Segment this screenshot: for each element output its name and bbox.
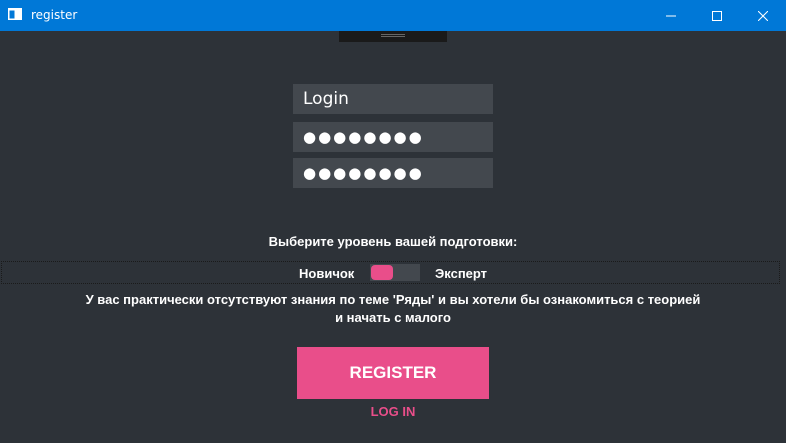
close-button[interactable]: [740, 0, 786, 31]
login-link[interactable]: LOG IN: [0, 404, 786, 419]
maximize-icon: [712, 10, 722, 21]
password-input[interactable]: [293, 122, 493, 152]
minimize-icon: [666, 15, 676, 16]
maximize-button[interactable]: [694, 0, 740, 31]
register-window: register Выберите уровень вашей подготов…: [0, 0, 786, 443]
register-button[interactable]: REGISTER: [297, 347, 489, 399]
novice-label: Новичок: [299, 266, 355, 281]
level-heading: Выберите уровень вашей подготовки:: [268, 234, 518, 249]
drag-handle[interactable]: [339, 31, 447, 42]
title-bar[interactable]: register: [0, 0, 786, 31]
switch-knob[interactable]: [371, 265, 393, 280]
close-icon: [758, 10, 768, 21]
minimize-button[interactable]: [648, 0, 694, 31]
level-description: У вас практически отсутствуют знания по …: [85, 292, 701, 325]
app-window-icon: [8, 8, 22, 20]
level-toggle-row: Новичок Эксперт: [1, 261, 780, 284]
window-title: register: [31, 8, 78, 22]
expert-label: Эксперт: [435, 266, 488, 281]
level-switch[interactable]: [370, 264, 420, 281]
password-confirm-input[interactable]: [293, 158, 493, 188]
login-input[interactable]: [293, 84, 493, 114]
grip-icon: [381, 34, 405, 37]
